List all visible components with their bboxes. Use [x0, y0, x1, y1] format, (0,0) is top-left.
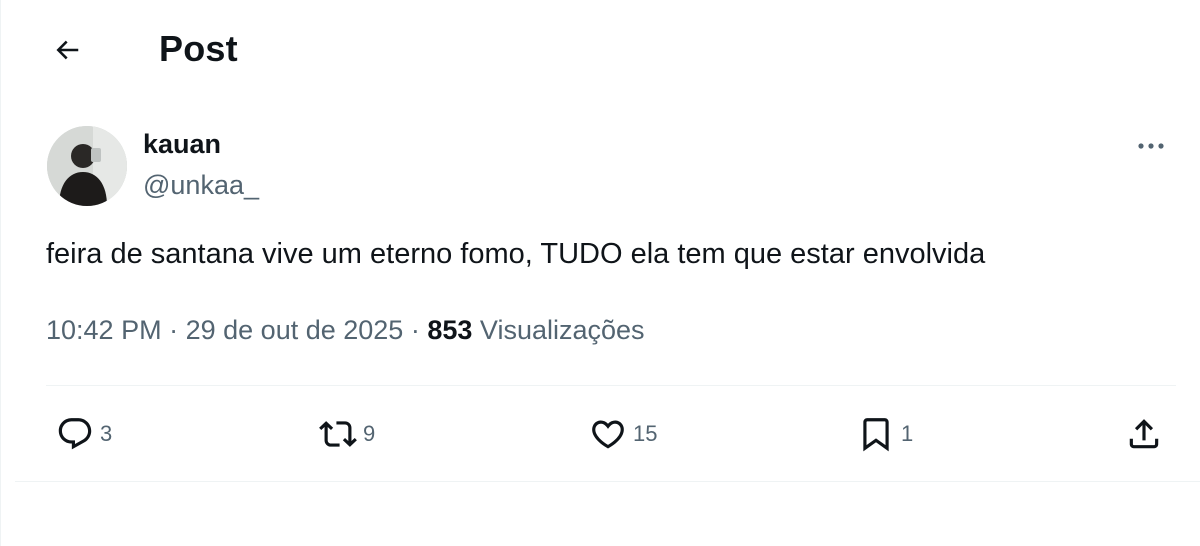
- back-button[interactable]: [45, 30, 89, 74]
- repost-icon: [319, 415, 357, 453]
- bookmark-count: 1: [901, 421, 914, 446]
- reply-button[interactable]: 3: [56, 414, 112, 454]
- heart-icon: [589, 415, 627, 453]
- share-button[interactable]: [1125, 414, 1163, 454]
- meta-separator: ·: [410, 315, 420, 345]
- avatar[interactable]: [47, 126, 127, 206]
- views-label: Visualizações: [479, 315, 645, 345]
- more-icon: [1136, 138, 1166, 156]
- more-options-button[interactable]: [1129, 130, 1173, 164]
- bookmark-icon: [857, 415, 895, 453]
- author-display-name[interactable]: kauan: [143, 129, 221, 160]
- divider: [46, 385, 1176, 386]
- reply-icon: [56, 415, 94, 453]
- post-page: Post kauan @unkaa_ feira de santana vive…: [0, 0, 1200, 546]
- bottom-divider: [15, 481, 1200, 482]
- meta-separator: ·: [169, 315, 179, 345]
- like-button[interactable]: 15: [589, 414, 657, 454]
- like-count: 15: [633, 421, 658, 446]
- post-date[interactable]: 29 de out de 2025: [186, 315, 404, 345]
- bookmark-button[interactable]: 1: [857, 414, 913, 454]
- post-header: Post: [1, 0, 1200, 100]
- author-handle[interactable]: @unkaa_: [143, 170, 259, 201]
- post-time[interactable]: 10:42 PM: [46, 315, 162, 345]
- page-title: Post: [159, 28, 238, 69]
- post-text: feira de santana vive um eterno fomo, TU…: [46, 238, 986, 270]
- post-meta: 10:42 PM · 29 de out de 2025 · 853 Visua…: [46, 315, 645, 346]
- reply-count: 3: [100, 421, 113, 446]
- share-icon: [1125, 415, 1163, 453]
- arrow-left-icon: [52, 35, 82, 70]
- repost-count: 9: [363, 421, 376, 446]
- repost-button[interactable]: 9: [319, 414, 375, 454]
- views-count: 853: [427, 315, 473, 345]
